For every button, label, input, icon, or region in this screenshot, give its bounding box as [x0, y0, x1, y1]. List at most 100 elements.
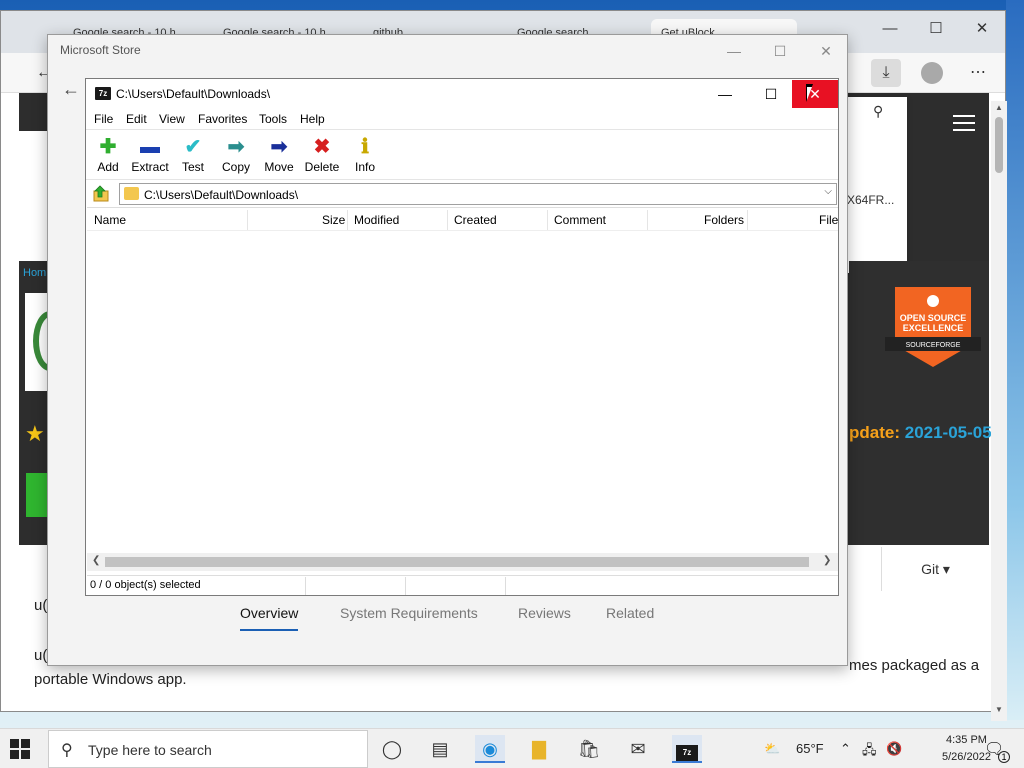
badge-line3: SOURCEFORGE [906, 342, 961, 349]
delete-label: Delete [304, 160, 340, 174]
weather-cloud-sun-icon[interactable]: ⛅ [764, 741, 780, 757]
store-maximize-button[interactable]: ☐ [757, 37, 803, 65]
store-minimize-button[interactable]: — [711, 37, 757, 65]
column-files[interactable]: File [819, 213, 838, 227]
menu-view[interactable]: View [159, 112, 185, 126]
page-text: mes packaged as a [849, 657, 980, 674]
column-comment[interactable]: Comment [554, 213, 606, 227]
add-button[interactable]: ✚ Add [86, 134, 130, 174]
network-icon[interactable]: 🖧 [862, 741, 877, 763]
hamburger-menu-icon[interactable] [953, 115, 975, 131]
notification-count: 1 [998, 751, 1010, 763]
delete-button[interactable]: ✖ Delete [300, 134, 344, 174]
scroll-right-icon[interactable]: ❯ [823, 555, 831, 566]
download-item-name[interactable]: X64FR... [847, 193, 894, 207]
download-icon[interactable]: ⤓ [871, 59, 901, 87]
file-list[interactable] [87, 231, 838, 553]
column-name[interactable]: Name [94, 213, 126, 227]
download-green-button[interactable] [26, 473, 48, 517]
7zip-file-manager-window: 7z C:\Users\Default\Downloads\ — ☐ ✕ Fil… [85, 78, 839, 596]
minus-icon: ▬ [140, 136, 160, 158]
window-title: C:\Users\Default\Downloads\ [116, 87, 271, 101]
scroll-left-icon[interactable]: ❮ [92, 555, 100, 566]
menu-tools[interactable]: Tools [259, 112, 287, 126]
move-arrow-icon: ➡ [270, 136, 288, 158]
search-icon: ⚲ [61, 742, 73, 759]
badge-line1: OPEN SOURCE [900, 313, 967, 323]
browser-close-button[interactable]: ✕ [959, 15, 1005, 43]
tab-reviews[interactable]: Reviews [518, 605, 571, 621]
menu-favorites[interactable]: Favorites [198, 112, 247, 126]
address-bar: C:\Users\Default\Downloads\ ⌵ [86, 179, 838, 207]
chevron-up-icon[interactable]: ⌃ [840, 741, 851, 757]
task-view-icon[interactable]: ▤ [425, 735, 455, 763]
check-icon: ✔ [184, 136, 202, 158]
menu-file[interactable]: File [94, 112, 113, 126]
last-update: pdate: 2021-05-05 [849, 423, 992, 443]
home-link[interactable]: Hom [23, 267, 46, 279]
pin-icon[interactable]: ⚲ [873, 103, 883, 120]
info-button[interactable]: ℹ Info [343, 134, 387, 174]
extract-button[interactable]: ▬ Extract [128, 134, 172, 174]
git-dropdown[interactable]: Git ▾ [881, 547, 989, 591]
side-label: Ro [5, 259, 20, 271]
7zip-taskbar-icon[interactable]: 7z [672, 735, 702, 763]
up-folder-icon[interactable] [92, 185, 110, 203]
sourceforge-badge-icon: OPEN SOURCE EXCELLENCE SOURCEFORGE [885, 287, 981, 367]
column-modified[interactable]: Modified [354, 213, 399, 227]
store-window-title: Microsoft Store [60, 43, 141, 57]
side-label: O [9, 457, 18, 469]
move-button[interactable]: ➡ Move [257, 134, 301, 174]
edge-browser-icon[interactable]: ◉ [475, 735, 505, 763]
volume-muted-icon[interactable]: 🔇 [886, 741, 902, 757]
test-button[interactable]: ✔ Test [171, 134, 215, 174]
mouse-cursor-fill [807, 87, 817, 100]
column-folders[interactable]: Folders [704, 213, 744, 227]
7zip-minimize-button[interactable]: — [702, 80, 748, 108]
microsoft-store-icon[interactable]: 🛍 [574, 735, 604, 763]
selection-status: 0 / 0 object(s) selected [90, 579, 201, 591]
temperature[interactable]: 65°F [796, 741, 824, 756]
7zip-logo: 7z [676, 745, 698, 761]
chevron-down-icon[interactable]: ⌵ [824, 186, 832, 197]
taskbar-search-box[interactable]: ⚲ Type here to search [48, 730, 368, 768]
browser-maximize-button[interactable]: ☐ [913, 15, 959, 43]
column-size[interactable]: Size [322, 213, 345, 227]
scroll-thumb[interactable] [105, 557, 809, 567]
tab-related[interactable]: Related [606, 605, 654, 621]
test-label: Test [181, 160, 204, 174]
move-label: Move [264, 160, 294, 174]
update-date: 2021-05-05 [904, 423, 992, 442]
badge-line2: EXCELLENCE [903, 323, 964, 333]
7zip-toolbar: ✚ Add ▬ Extract ✔ Test ➡ Copy ➡ Move ✖ D… [86, 129, 838, 179]
profile-avatar[interactable] [921, 62, 943, 84]
column-created[interactable]: Created [454, 213, 497, 227]
page-text: u( [34, 647, 48, 664]
menu-help[interactable]: Help [300, 112, 325, 126]
plus-icon: ✚ [99, 136, 117, 158]
extract-label: Extract [131, 160, 169, 174]
store-close-button[interactable]: ✕ [803, 37, 849, 65]
update-label: pdate: [849, 423, 900, 442]
side-label: Ro [5, 357, 20, 369]
browser-minimize-button[interactable]: — [867, 15, 913, 43]
back-arrow-icon[interactable]: ← [62, 79, 80, 100]
menu-edit[interactable]: Edit [126, 112, 147, 126]
file-explorer-icon[interactable]: ▇ [524, 735, 554, 763]
tab-system-requirements[interactable]: System Requirements [340, 605, 478, 621]
start-windows-icon[interactable] [10, 739, 30, 759]
info-icon: ℹ [361, 136, 369, 158]
cortana-circle-icon[interactable]: ◯ [377, 735, 407, 763]
copy-button[interactable]: ➡ Copy [214, 134, 258, 174]
mail-icon[interactable]: ✉ [623, 735, 653, 763]
horizontal-scrollbar[interactable]: ❮ ❯ [87, 553, 838, 571]
more-options-icon[interactable]: ⋯ [963, 59, 993, 87]
tab-overview[interactable]: Overview [240, 605, 299, 631]
page-scrollbar[interactable]: ▲ ▼ [991, 101, 1007, 721]
copy-label: Copy [221, 160, 250, 174]
7zip-maximize-button[interactable]: ☐ [748, 80, 794, 108]
7zip-app-icon: 7z [95, 87, 111, 100]
menu-bar: File Edit View Favorites Tools Help [86, 109, 838, 129]
star-icon: ★ [25, 421, 45, 446]
path-combobox[interactable]: C:\Users\Default\Downloads\ ⌵ [119, 183, 837, 205]
